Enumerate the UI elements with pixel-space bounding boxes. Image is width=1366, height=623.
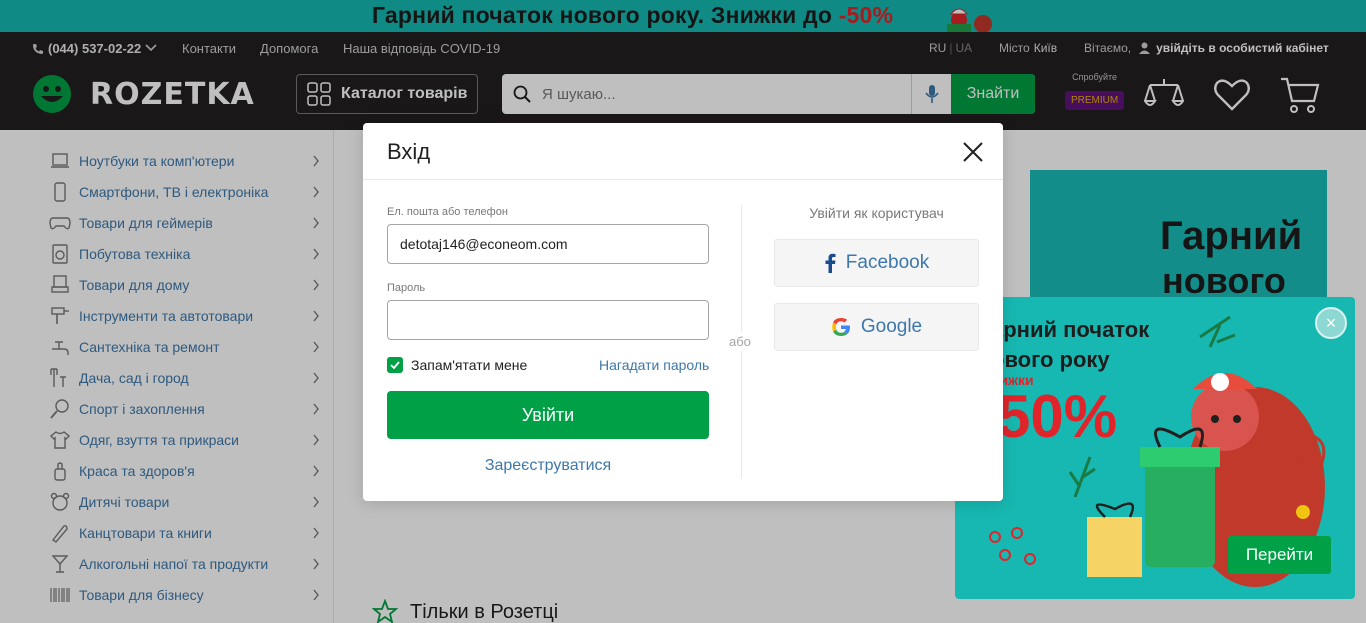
google-label: Google [860, 316, 923, 337]
email-field[interactable] [387, 224, 709, 264]
modal-header: Вхід [363, 123, 1003, 180]
facebook-label: Facebook [845, 252, 930, 273]
or-label: або [729, 332, 751, 351]
google-login-button[interactable]: Google [774, 303, 979, 351]
forgot-password-link[interactable]: Нагадати пароль [599, 357, 709, 373]
popup-title-line1: арний початок [991, 317, 1150, 342]
popup-go-button[interactable]: Перейти [1228, 536, 1331, 574]
remember-label: Запам'ятати мене [411, 357, 528, 373]
facebook-icon [825, 253, 836, 273]
remember-me[interactable]: Запам'ятати мене [387, 357, 527, 373]
checkmark-icon [390, 361, 400, 369]
popup-percent: 50% [997, 383, 1118, 450]
facebook-login-button[interactable]: Facebook [774, 239, 979, 287]
password-field[interactable] [387, 300, 709, 340]
modal-title: Вхід [387, 139, 431, 164]
social-login-title: Увійти як користувач [809, 205, 944, 221]
login-modal: Вхід Ел. пошта або телефон Пароль Запам'… [363, 123, 1003, 501]
popup-close-icon[interactable]: × [1315, 307, 1347, 339]
email-label: Ел. пошта або телефон [387, 206, 508, 218]
close-icon[interactable] [961, 140, 985, 164]
popup-title-line2: ового року [991, 347, 1110, 372]
promo-popup: арний початок ового року нижки 50% × Пер… [955, 297, 1355, 599]
login-button[interactable]: Увійти [387, 391, 709, 439]
remember-checkbox[interactable] [387, 357, 403, 373]
register-link[interactable]: Зареєструватися [387, 457, 709, 475]
google-icon [832, 318, 850, 336]
password-label: Пароль [387, 282, 426, 294]
